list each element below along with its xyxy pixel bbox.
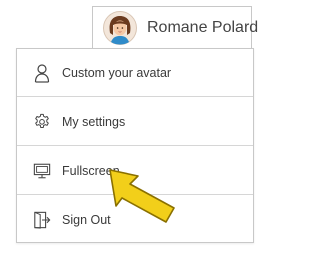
sign-out-icon: [34, 211, 51, 229]
person-icon: [34, 63, 50, 83]
monitor-icon: [33, 163, 51, 178]
user-menu-toggle[interactable]: Romane Polard: [92, 6, 258, 48]
menu-item-label: Custom your avatar: [62, 65, 172, 80]
pointer-arrow-icon: [109, 169, 175, 223]
menu-item-custom-avatar[interactable]: Custom your avatar: [17, 49, 253, 97]
woman-avatar-icon: [103, 10, 137, 45]
menu-item-label: My settings: [62, 114, 126, 129]
menu-item-my-settings[interactable]: My settings: [17, 98, 253, 146]
user-name: Romane Polard: [147, 18, 259, 36]
menu-item-label: Sign Out: [62, 213, 111, 227]
gear-icon: [35, 113, 49, 128]
